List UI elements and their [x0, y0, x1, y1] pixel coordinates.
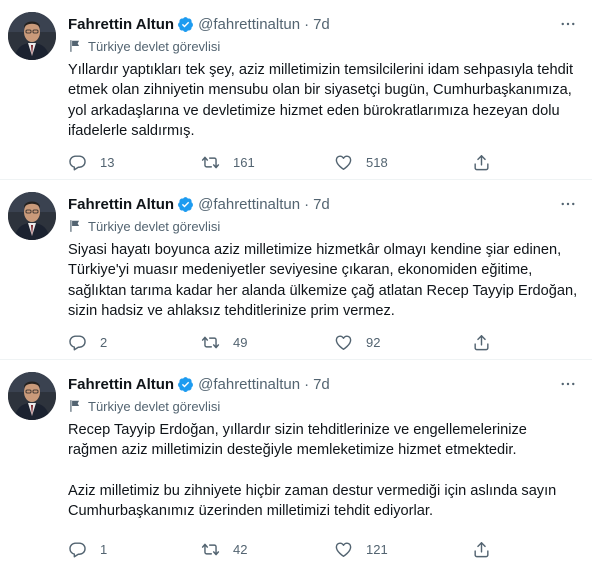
reply-icon [69, 154, 86, 170]
heart-icon [335, 154, 352, 170]
tweet-header: Fahrettin Altun @fahrettinaltun · 7d [68, 374, 582, 394]
tweet-actions: 1 42 121 [68, 538, 498, 560]
retweet-icon [201, 156, 220, 168]
like-count: 92 [366, 334, 381, 350]
author-handle[interactable]: @fahrettinaltun [198, 16, 300, 33]
tweet[interactable]: Fahrettin Altun @fahrettinaltun · 7d Tür… [0, 0, 592, 180]
share-icon [474, 154, 489, 170]
avatar[interactable] [8, 12, 56, 60]
retweet-button[interactable]: 42 [201, 540, 247, 559]
tweet-paragraph: Yıllardır yaptıkları tek şey, aziz mille… [68, 62, 574, 140]
retweet-count: 49 [233, 334, 248, 350]
tweet-header: Fahrettin Altun @fahrettinaltun · 7d [68, 14, 582, 34]
author-handle[interactable]: @fahrettinaltun [198, 376, 300, 393]
reply-count: 1 [100, 541, 108, 557]
tweet-paragraph: Aziz milletimiz bu zihniyete hiçbir zama… [68, 482, 557, 520]
avatar-photo [8, 372, 56, 420]
reply-icon [69, 334, 86, 350]
timestamp[interactable]: 7d [313, 196, 330, 213]
retweet-icon [201, 336, 220, 348]
separator-dot: · [304, 375, 310, 393]
share-icon [474, 541, 489, 557]
like-count: 121 [366, 541, 388, 557]
more-icon[interactable] [558, 14, 578, 34]
share-button[interactable] [472, 153, 491, 172]
retweet-count: 161 [233, 154, 255, 170]
separator-dot: · [304, 15, 310, 33]
avatar[interactable] [8, 372, 56, 420]
retweet-icon [201, 543, 220, 555]
author-name[interactable]: Fahrettin Altun [68, 376, 174, 393]
author-name[interactable]: Fahrettin Altun [68, 196, 174, 213]
tweet-text: Recep Tayyip Erdoğan, yıllardır sizin te… [68, 420, 580, 522]
tweet[interactable]: Fahrettin Altun @fahrettinaltun · 7d Tür… [0, 360, 592, 571]
tweet-text: Siyasi hayatı boyunca aziz milletimize h… [68, 240, 580, 322]
avatar-photo [8, 192, 56, 240]
share-button[interactable] [472, 333, 491, 352]
like-count: 518 [366, 154, 388, 170]
separator-dot: · [304, 195, 310, 213]
reply-icon [69, 541, 86, 557]
retweet-count: 42 [233, 541, 248, 557]
flag-icon [68, 39, 82, 53]
heart-icon [335, 334, 352, 350]
reply-button[interactable]: 2 [68, 333, 107, 352]
label-text: Türkiye devlet görevlisi [88, 38, 221, 54]
verified-badge-icon [177, 376, 194, 393]
more-icon[interactable] [558, 194, 578, 214]
flag-icon [68, 219, 82, 233]
label-text: Türkiye devlet görevlisi [88, 398, 221, 414]
reply-count: 13 [100, 154, 115, 170]
like-button[interactable]: 92 [334, 333, 380, 352]
like-button[interactable]: 518 [334, 153, 388, 172]
verified-badge-icon [177, 196, 194, 213]
tweet-actions: 13 161 518 [68, 151, 498, 173]
verified-badge-icon [177, 16, 194, 33]
author-name[interactable]: Fahrettin Altun [68, 16, 174, 33]
label-text: Türkiye devlet görevlisi [88, 218, 221, 234]
timestamp[interactable]: 7d [313, 376, 330, 393]
reply-button[interactable]: 13 [68, 153, 114, 172]
tweet-actions: 2 49 92 [68, 331, 498, 353]
flag-icon [68, 399, 82, 413]
government-label[interactable]: Türkiye devlet görevlisi [68, 217, 220, 235]
government-label[interactable]: Türkiye devlet görevlisi [68, 37, 220, 55]
like-button[interactable]: 121 [334, 540, 388, 559]
author-handle[interactable]: @fahrettinaltun [198, 196, 300, 213]
retweet-button[interactable]: 161 [201, 153, 255, 172]
tweet-paragraph: Siyasi hayatı boyunca aziz milletimize h… [68, 242, 578, 320]
tweet-paragraph: Recep Tayyip Erdoğan, yıllardır sizin te… [68, 422, 527, 459]
share-icon [474, 334, 489, 350]
timestamp[interactable]: 7d [313, 16, 330, 33]
retweet-button[interactable]: 49 [201, 333, 247, 352]
avatar-photo [8, 12, 56, 60]
share-button[interactable] [472, 540, 491, 559]
tweet[interactable]: Fahrettin Altun @fahrettinaltun · 7d Tür… [0, 180, 592, 360]
heart-icon [335, 541, 352, 557]
more-icon[interactable] [558, 374, 578, 394]
reply-count: 2 [100, 334, 108, 350]
government-label[interactable]: Türkiye devlet görevlisi [68, 397, 220, 415]
tweet-text: Yıllardır yaptıkları tek şey, aziz mille… [68, 60, 580, 142]
tweet-header: Fahrettin Altun @fahrettinaltun · 7d [68, 194, 582, 214]
reply-button[interactable]: 1 [68, 540, 107, 559]
avatar[interactable] [8, 192, 56, 240]
